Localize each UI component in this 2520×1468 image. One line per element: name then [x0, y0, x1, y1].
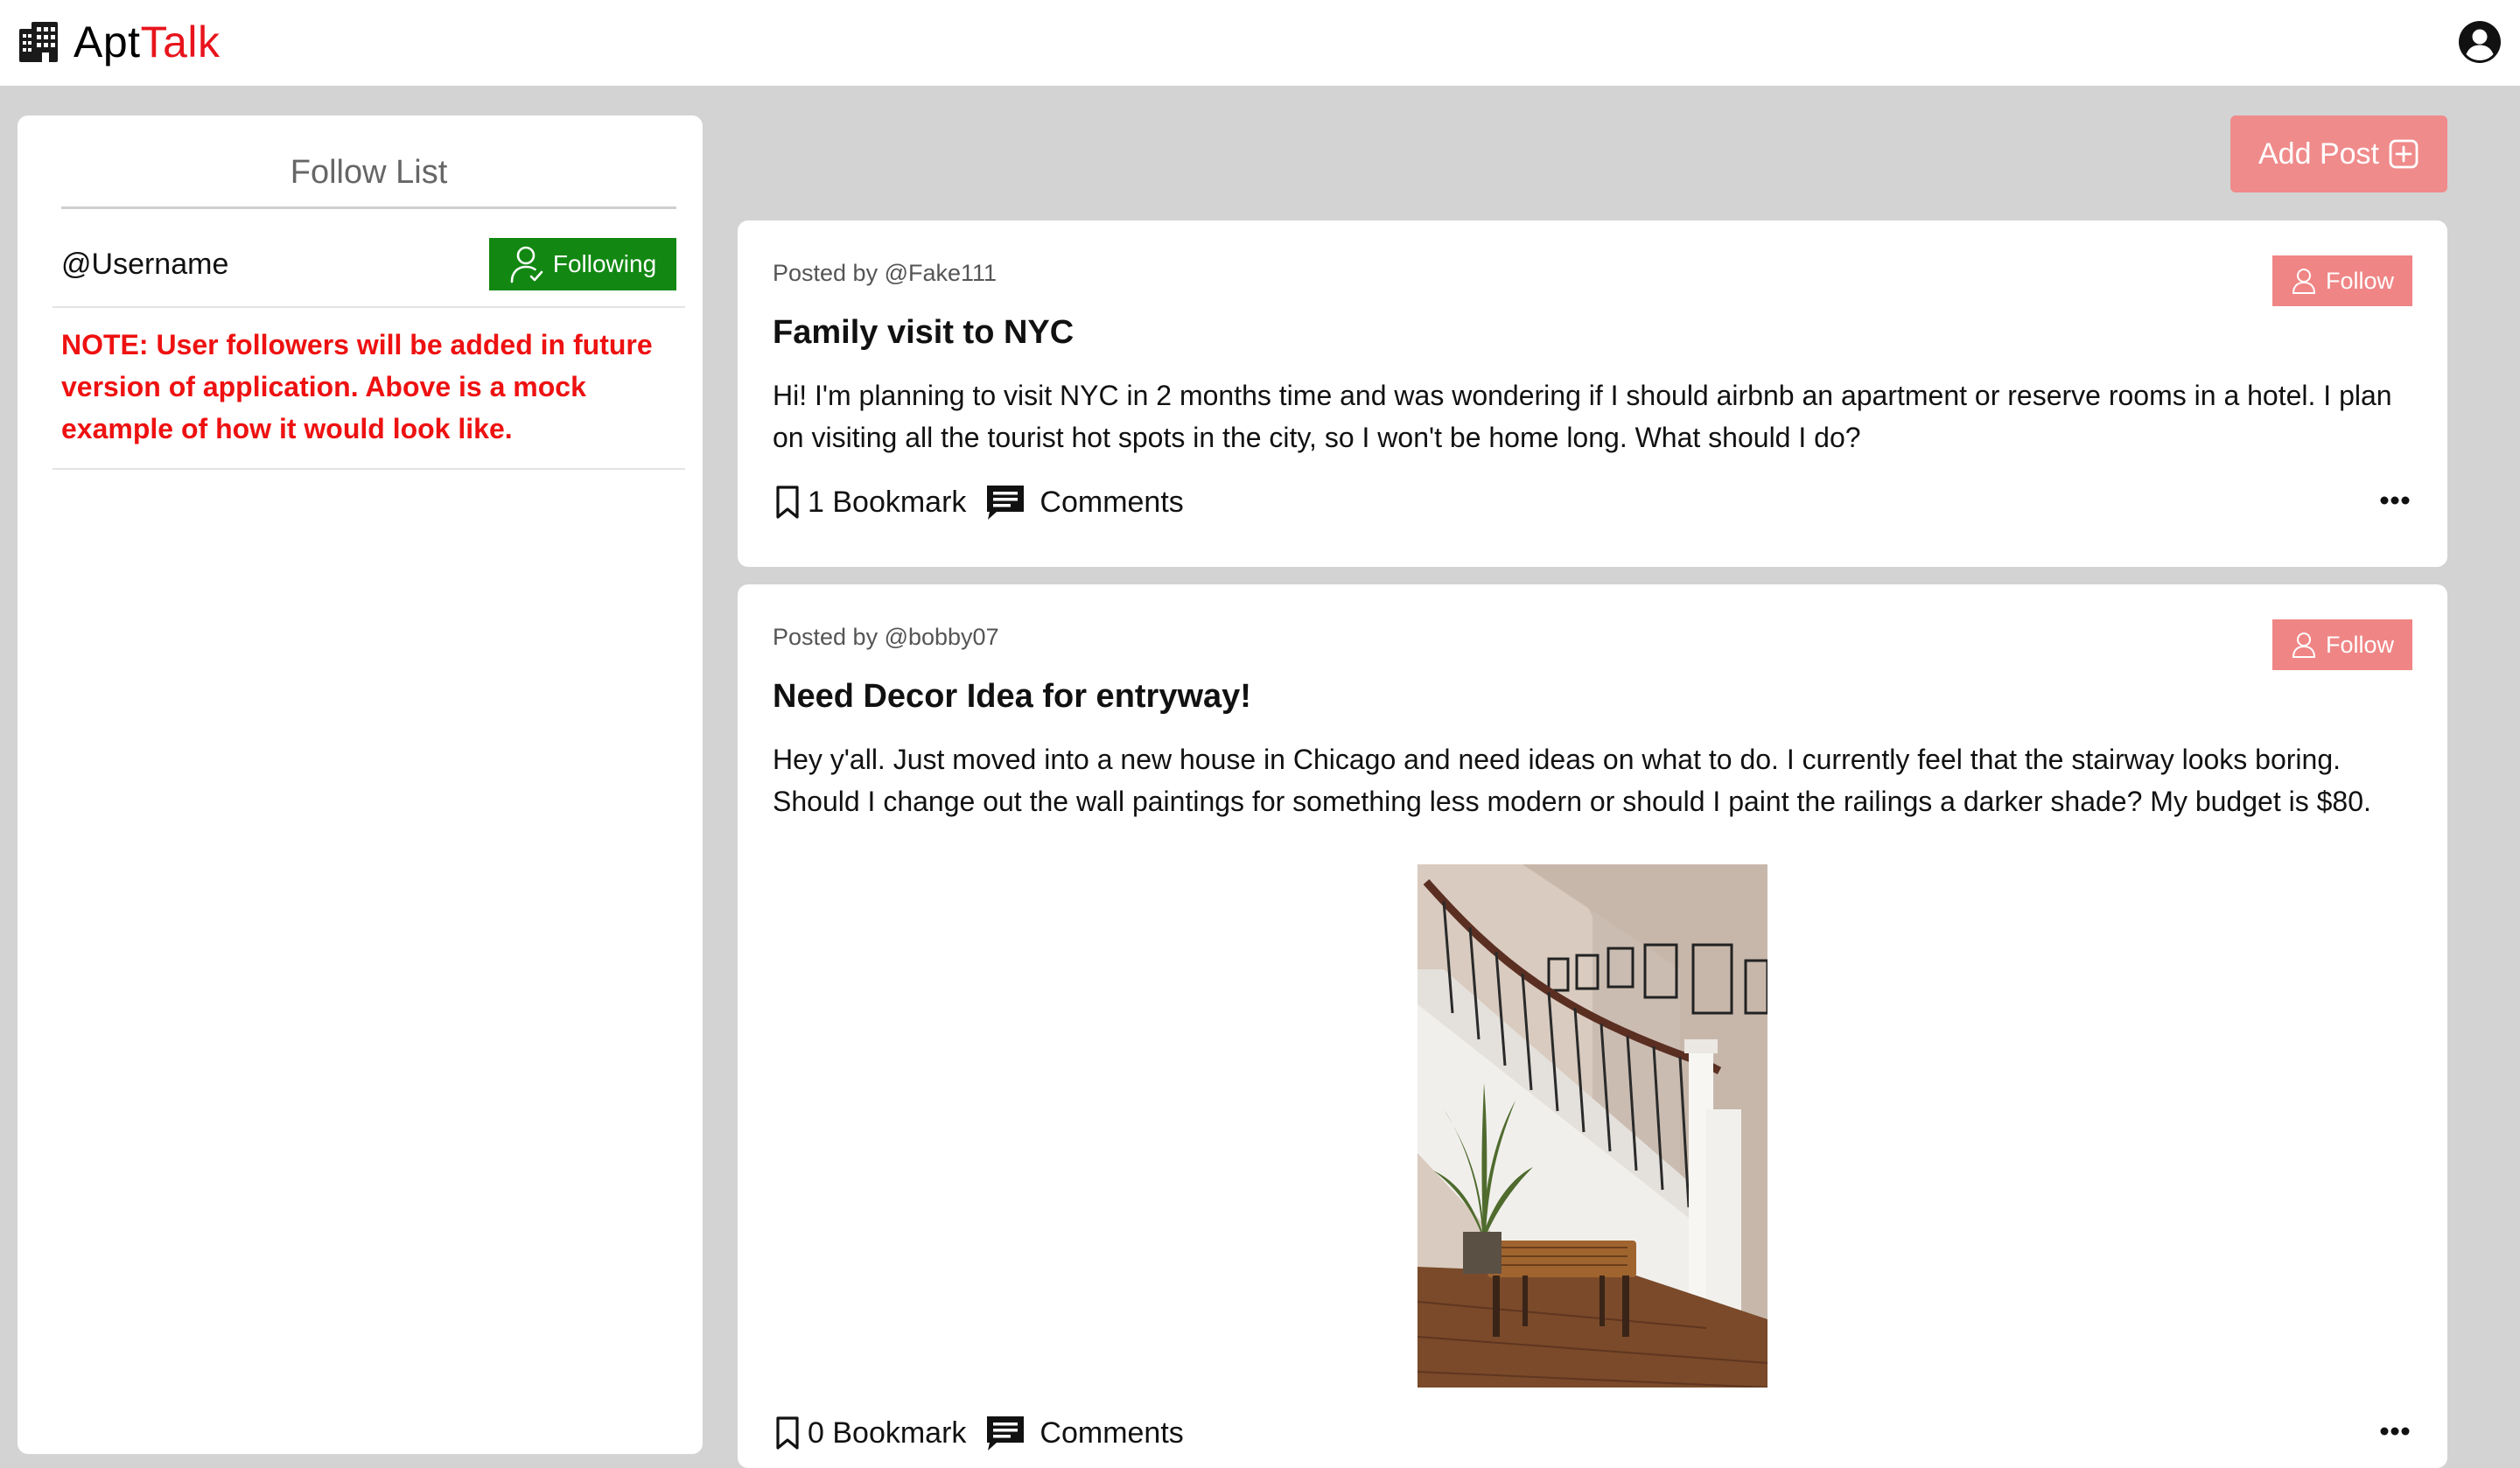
post-title[interactable]: Need Decor Idea for entryway! [773, 672, 1251, 721]
more-options-icon[interactable] [2377, 1414, 2412, 1449]
comments-button[interactable]: Comments [985, 484, 1184, 521]
user-check-icon [509, 245, 544, 283]
app-name-primary: Apt [74, 17, 141, 66]
follow-list-title: Follow List [290, 154, 448, 191]
comments-label: Comments [1040, 485, 1184, 519]
following-button-label: Following [552, 250, 657, 277]
top-navbar: AptTalk [0, 0, 2520, 86]
bookmark-icon [773, 1416, 808, 1451]
comments-label: Comments [1040, 1416, 1184, 1450]
bookmark-count: 0 Bookmark [808, 1416, 967, 1450]
divider [52, 306, 685, 308]
app-logo-link[interactable]: AptTalk [18, 14, 220, 70]
follow-username[interactable]: @Username [61, 238, 228, 290]
building-icon [18, 20, 60, 64]
follow-list-note: NOTE: User followers will be added in fu… [61, 329, 653, 444]
post-body: Hey y'all. Just moved into a new house i… [773, 744, 2371, 817]
divider [61, 206, 676, 209]
bookmark-button[interactable]: 1 Bookmark [773, 485, 966, 520]
bookmark-button[interactable]: 0 Bookmark [773, 1416, 966, 1451]
bookmark-icon [773, 485, 808, 520]
post-image [1418, 864, 1768, 1388]
post-card: Posted by @Fake111 Follow Family visit t… [738, 220, 2447, 567]
add-post-label: Add Post [2258, 136, 2379, 171]
bookmark-count: 1 Bookmark [808, 485, 967, 519]
post-title[interactable]: Family visit to NYC [773, 308, 1074, 357]
follow-list-item: @Username Following [61, 238, 676, 290]
following-button[interactable]: Following [489, 238, 676, 290]
app-name: AptTalk [74, 14, 220, 70]
divider [52, 468, 685, 470]
comment-icon [985, 484, 1040, 521]
post-actions: 0 Bookmark Comments [773, 1407, 1184, 1459]
post-author: Posted by @Fake111 [773, 260, 998, 286]
post-card: Posted by @bobby07 Follow Need Decor Ide… [738, 584, 2447, 1468]
user-circle-icon[interactable] [2457, 19, 2502, 65]
add-post-button[interactable]: Add Post [2230, 115, 2447, 192]
plus-square-icon [2388, 138, 2419, 170]
follow-button[interactable]: Follow [2272, 619, 2412, 670]
app-name-accent: Talk [140, 17, 220, 66]
post-actions: 1 Bookmark Comments [773, 476, 1184, 528]
comment-icon [985, 1415, 1040, 1451]
follow-button-label: Follow [2325, 267, 2395, 294]
user-icon [2291, 267, 2317, 295]
more-options-icon[interactable] [2377, 483, 2412, 518]
follow-list-panel: Follow List @Username Following NOTE: Us… [18, 115, 703, 1454]
follow-button-label: Follow [2325, 631, 2395, 658]
follow-button[interactable]: Follow [2272, 255, 2412, 306]
post-author: Posted by @bobby07 [773, 624, 999, 650]
post-body: Hi! I'm planning to visit NYC in 2 month… [773, 380, 2392, 453]
comments-button[interactable]: Comments [985, 1415, 1184, 1451]
user-icon [2291, 631, 2317, 659]
